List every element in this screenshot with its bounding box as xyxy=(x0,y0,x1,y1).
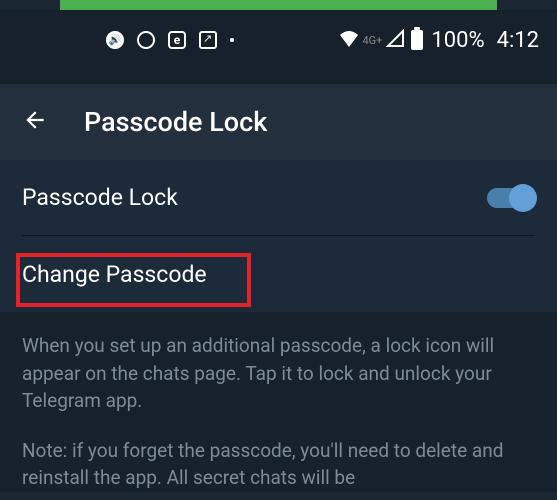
network-type-label: 4G+ xyxy=(362,34,382,47)
signal-icon xyxy=(386,28,404,53)
change-passcode-row[interactable]: Change Passcode xyxy=(22,236,535,312)
status-bar: e 4G+ 100% 4:12 xyxy=(0,10,557,70)
volume-icon xyxy=(106,31,124,49)
change-passcode-label: Change Passcode xyxy=(22,261,207,288)
spacer xyxy=(0,70,557,84)
status-left-icons: e xyxy=(106,31,234,49)
wifi-icon xyxy=(338,28,360,53)
more-dot-icon xyxy=(230,38,234,42)
box-app-icon xyxy=(199,31,217,49)
back-arrow-icon[interactable] xyxy=(22,107,48,137)
status-right: 4G+ 100% 4:12 xyxy=(338,28,539,53)
settings-list: Passcode Lock Change Passcode xyxy=(0,160,557,312)
passcode-toggle[interactable] xyxy=(487,188,535,208)
page-title: Passcode Lock xyxy=(84,106,267,138)
battery-icon xyxy=(411,30,423,50)
app-header: Passcode Lock xyxy=(0,84,557,160)
moon-icon xyxy=(137,31,155,49)
passcode-lock-row[interactable]: Passcode Lock xyxy=(22,160,535,236)
help-text-section: When you set up an additional passcode, … xyxy=(0,312,557,492)
passcode-lock-label: Passcode Lock xyxy=(22,184,178,211)
clock-time: 4:12 xyxy=(497,28,539,53)
toggle-knob xyxy=(509,184,537,212)
e-app-icon: e xyxy=(168,31,186,49)
help-paragraph-1: When you set up an additional passcode, … xyxy=(22,332,535,415)
top-accent-bar xyxy=(60,0,497,10)
help-paragraph-2: Note: if you forget the passcode, you'll… xyxy=(22,437,535,492)
battery-percentage: 100% xyxy=(431,28,484,53)
